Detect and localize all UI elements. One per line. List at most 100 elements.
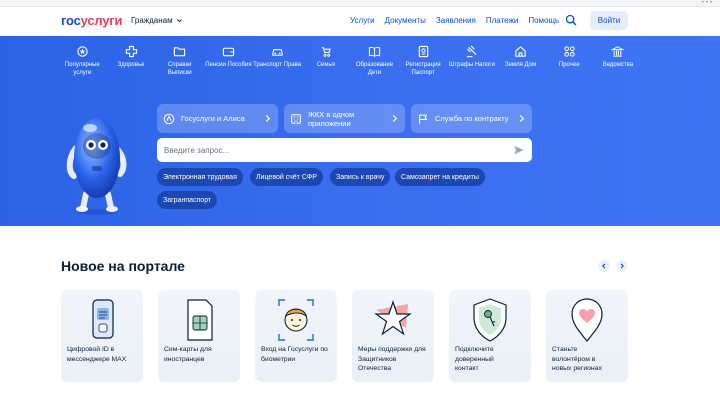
news-card[interactable]: Меры поддержки для Защитников Отечества bbox=[352, 290, 434, 382]
star-icon bbox=[374, 300, 412, 336]
category-health[interactable]: Здоровье bbox=[107, 45, 156, 77]
house-icon bbox=[514, 45, 527, 58]
search-placeholder: Введите запрос... bbox=[164, 145, 230, 155]
search-input[interactable]: Введите запрос... bbox=[157, 138, 532, 162]
category-agencies[interactable]: Ведомства bbox=[594, 45, 643, 77]
category-family[interactable]: Семья bbox=[301, 45, 350, 77]
quick-button-contract[interactable]: Служба по контракту bbox=[411, 104, 532, 133]
category-agencies-label: Ведомства bbox=[602, 62, 634, 68]
chip-electronic-workbook[interactable]: Электронная трудовая bbox=[157, 168, 243, 186]
nav-applications[interactable]: Заявления bbox=[436, 16, 476, 25]
chevron-down-icon bbox=[176, 19, 182, 23]
news-card[interactable]: Вход на Госуслуги по биометрии bbox=[255, 290, 337, 382]
chevron-left-icon bbox=[602, 263, 606, 269]
hero-banner: Популярные услуги Здоровье Справки Выпис… bbox=[0, 36, 720, 226]
login-button[interactable]: Войти bbox=[590, 11, 628, 30]
nav-services[interactable]: Услуги bbox=[350, 16, 375, 25]
category-popular[interactable]: Популярные услуги bbox=[58, 45, 107, 77]
category-education[interactable]: Образование Дети bbox=[350, 45, 399, 77]
category-bar: Популярные услуги Здоровье Справки Выпис… bbox=[58, 45, 642, 77]
category-family-label: Семья bbox=[316, 62, 335, 68]
book-icon bbox=[368, 45, 381, 58]
category-land-label: Земля Дом bbox=[504, 62, 537, 68]
nav-documents[interactable]: Документы bbox=[385, 16, 426, 25]
carousel-arrows bbox=[598, 260, 628, 272]
quick-button-alice-label: Госуслуги и Алиса bbox=[181, 114, 245, 123]
health-cross-icon bbox=[125, 45, 138, 58]
site-header: госуслуги Гражданам Услуги Документы Зая… bbox=[0, 7, 720, 36]
heart-pin-icon bbox=[571, 298, 603, 342]
category-pensions-label: Пенсии Пособия bbox=[205, 62, 252, 68]
quick-button-utilities-label: ЖКХ в одном приложении bbox=[308, 109, 355, 128]
category-popular-label: Популярные услуги bbox=[64, 62, 100, 76]
category-transport-label: Транспорт Права bbox=[253, 62, 302, 68]
chevron-right-icon bbox=[620, 263, 624, 269]
category-fines[interactable]: Штрафы Налоги bbox=[448, 45, 497, 77]
utilities-icon bbox=[291, 113, 301, 124]
carousel-prev-button[interactable] bbox=[598, 260, 610, 272]
face-scan-icon bbox=[278, 299, 314, 341]
sim-card-icon bbox=[187, 299, 213, 341]
news-card-text: Сим-карты для иностранцев bbox=[164, 346, 212, 363]
news-card-text: Цифровой ID в мессенджере MAX bbox=[67, 346, 127, 363]
category-education-label: Образование Дети bbox=[355, 62, 394, 76]
car-icon bbox=[271, 45, 284, 58]
category-other-label: Прочее bbox=[558, 62, 580, 68]
popular-icon bbox=[76, 45, 89, 58]
logo-part-uslugi: услуги bbox=[80, 13, 123, 28]
shield-key-icon bbox=[473, 298, 507, 342]
more-dots-icon[interactable]: ••• bbox=[702, 0, 714, 6]
news-card-text: Меры поддержки для Защитников Отечества bbox=[358, 346, 426, 372]
news-card[interactable]: Цифровой ID в мессенджере MAX bbox=[61, 290, 143, 382]
chevron-right-icon bbox=[265, 115, 271, 122]
quick-button-utilities[interactable]: ЖКХ в одном приложении bbox=[284, 104, 405, 133]
quick-button-contract-label: Служба по контракту bbox=[435, 114, 509, 123]
flag-icon bbox=[419, 114, 428, 124]
chevron-right-icon bbox=[392, 115, 398, 122]
nav-help[interactable]: Помощь bbox=[528, 16, 559, 25]
news-card[interactable]: Станьте волонтёром в новых регионах bbox=[546, 290, 628, 382]
send-arrow-icon[interactable] bbox=[513, 144, 525, 156]
category-certificates-label: Справки Выписки bbox=[167, 62, 192, 76]
top-nav: Услуги Документы Заявления Платежи Помощ… bbox=[350, 16, 559, 25]
category-registration[interactable]: Регистрация Паспорт bbox=[399, 45, 448, 77]
alice-icon bbox=[163, 113, 175, 124]
category-health-label: Здоровье bbox=[117, 62, 145, 68]
news-card[interactable]: Сим-карты для иностранцев bbox=[158, 290, 240, 382]
wallet-icon bbox=[222, 45, 235, 58]
browser-top-strip: ••• bbox=[0, 0, 720, 7]
building-icon bbox=[611, 45, 625, 58]
folder-icon bbox=[173, 45, 186, 58]
passport-icon bbox=[417, 45, 430, 58]
chip-foreign-passport[interactable]: Загранпаспорт bbox=[157, 191, 218, 209]
news-card-text: Подключите доверенный контакт bbox=[455, 346, 494, 372]
nav-payments[interactable]: Платежи bbox=[486, 16, 518, 25]
section-title-new: Новое на портале bbox=[61, 258, 185, 274]
category-registration-label: Регистрация Паспорт bbox=[405, 62, 441, 76]
category-certificates[interactable]: Справки Выписки bbox=[155, 45, 204, 77]
chip-doctor-appointment[interactable]: Запись к врачу bbox=[330, 168, 391, 186]
audience-label: Гражданам bbox=[131, 16, 173, 25]
phone-id-icon bbox=[92, 299, 114, 339]
news-card-text: Станьте волонтёром в новых регионах bbox=[552, 346, 602, 372]
quick-button-alice[interactable]: Госуслуги и Алиса bbox=[157, 104, 278, 133]
category-pensions[interactable]: Пенсии Пособия bbox=[204, 45, 253, 77]
chip-credit-self-ban[interactable]: Самозапрет на кредиты bbox=[395, 168, 485, 186]
news-card[interactable]: Подключите доверенный контакт bbox=[449, 290, 531, 382]
logo-part-gos: гос bbox=[61, 13, 81, 28]
audience-selector[interactable]: Гражданам bbox=[131, 16, 183, 25]
chevron-right-icon bbox=[519, 115, 525, 122]
category-other[interactable]: Прочее bbox=[545, 45, 594, 77]
carousel-next-button[interactable] bbox=[616, 260, 628, 272]
stroller-icon bbox=[319, 45, 332, 58]
category-land[interactable]: Земля Дом bbox=[496, 45, 545, 77]
category-transport[interactable]: Транспорт Права bbox=[253, 45, 302, 77]
grid-icon bbox=[563, 45, 576, 58]
gavel-icon bbox=[465, 45, 478, 58]
chip-sfr-account[interactable]: Лицевой счёт СФР bbox=[250, 168, 323, 186]
category-fines-label: Штрафы Налоги bbox=[448, 62, 495, 68]
gosuslugi-logo[interactable]: госуслуги bbox=[61, 13, 123, 28]
robot-mascot-image bbox=[66, 118, 127, 215]
news-card-text: Вход на Госуслуги по биометрии bbox=[261, 346, 328, 363]
search-icon[interactable] bbox=[565, 14, 577, 26]
